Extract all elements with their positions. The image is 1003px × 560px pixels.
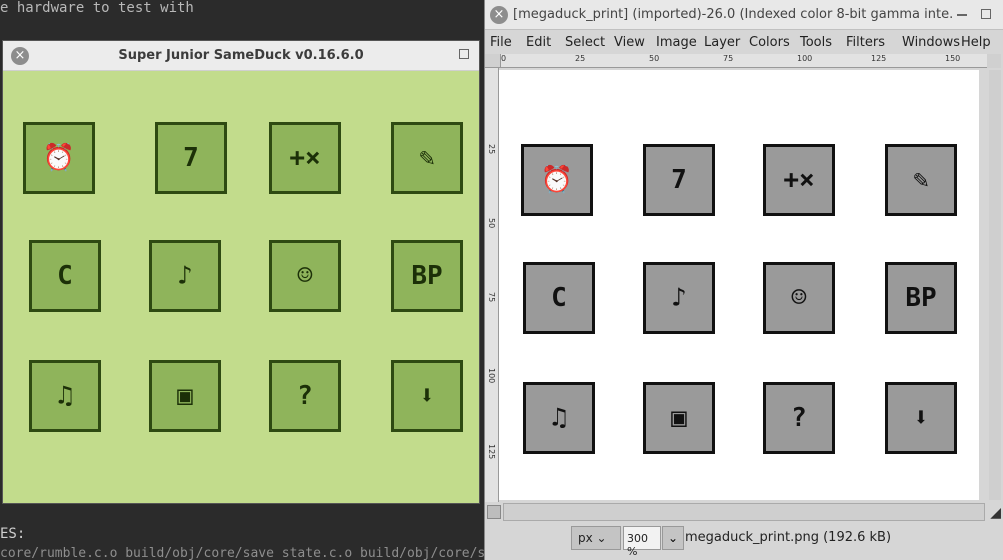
gimp-titlebar[interactable]: × [megaduck_print] (imported)-26.0 (Inde… [485,0,1003,30]
image-canvas[interactable]: ⏰ 7 +× ✎ C ♪ ☺ BP ♫ ▣ ? ⬇ [499,70,979,500]
emu-c-document-icon: C [29,240,101,312]
emu-pen-note-icon: ✎ [391,122,463,194]
close-icon[interactable]: × [490,6,508,24]
emu-help-book-icon: ? [269,360,341,432]
zoom-dropdown-icon[interactable]: ⌄ [662,526,684,550]
ruler-h-tick: 0 [501,54,507,63]
emu-music-icon: ♪ [149,240,221,312]
ruler-h-tick: 75 [723,54,734,63]
emu-calculator-icon: +× [269,122,341,194]
ruler-h-tick: 50 [649,54,660,63]
emu-piano-icon: ♫ [29,360,101,432]
emulator-title: Super Junior SameDuck v0.16.6.0 [118,48,364,63]
img-download-icon: ⬇ [885,382,957,454]
img-c-document-icon: C [523,262,595,334]
gimp-window: × [megaduck_print] (imported)-26.0 (Inde… [484,0,1003,560]
navigate-icon[interactable] [987,54,1001,68]
horizontal-scrollbar[interactable] [503,503,985,521]
zoom-input[interactable]: 300 % [623,526,661,558]
menu-filters[interactable]: Filters [846,35,885,50]
vertical-ruler[interactable]: 25 50 75 100 125 [485,68,499,502]
maximize-icon[interactable] [459,49,469,59]
vertical-scrollbar[interactable] [989,70,1001,500]
img-pen-note-icon: ✎ [885,144,957,216]
ruler-v-tick: 125 [487,444,496,460]
emu-download-icon: ⬇ [391,360,463,432]
gimp-title: [megaduck_print] (imported)-26.0 (Indexe… [513,7,953,22]
img-music-icon: ♪ [643,262,715,334]
ruler-v-tick: 50 [487,218,496,229]
emu-bp-monitor-icon: BP [391,240,463,312]
emu-person-spray-icon: ☺ [269,240,341,312]
emulator-window: × Super Junior SameDuck v0.16.6.0 ⏰ 7 +×… [2,40,480,504]
menubar: File Edit Select View Image Layer Colors… [485,32,1003,54]
menu-view[interactable]: View [614,35,645,50]
menu-image[interactable]: Image [656,35,697,50]
menu-windows[interactable]: Windows [902,35,960,50]
img-bp-monitor-icon: BP [885,262,957,334]
minimize-icon[interactable] [957,14,967,16]
img-file-manager-icon: ▣ [643,382,715,454]
quick-mask-icon[interactable] [487,505,501,519]
menu-select[interactable]: Select [565,35,605,50]
ruler-v-tick: 100 [487,368,496,384]
emu-file-manager-icon: ▣ [149,360,221,432]
img-calendar-icon: 7 [643,144,715,216]
ruler-h-tick: 100 [797,54,813,63]
ruler-v-tick: 75 [487,292,496,303]
ruler-h-tick: 150 [945,54,961,63]
img-piano-icon: ♫ [523,382,595,454]
file-info: megaduck_print.png (192.6 kB) [685,530,892,545]
zoom-fit-icon[interactable]: ◢ [990,505,1001,521]
img-help-book-icon: ? [763,382,835,454]
menu-help[interactable]: Help [961,35,991,50]
terminal-top-line: e hardware to test with [0,0,194,16]
unit-select[interactable]: px ⌄ [571,526,621,550]
img-calculator-icon: +× [763,144,835,216]
menu-file[interactable]: File [490,35,512,50]
status-bar: px ⌄ 300 % ⌄ megaduck_print.png (192.6 k… [485,523,1003,558]
ruler-v-tick: 25 [487,144,496,155]
emu-calendar-icon: 7 [155,122,227,194]
img-alarm-clock-icon: ⏰ [521,144,593,216]
terminal-bottom-line: ES: [0,526,26,542]
ruler-h-tick: 125 [871,54,887,63]
horizontal-ruler[interactable]: 0 25 50 75 100 125 150 [501,54,987,68]
emulator-screen[interactable]: ⏰ 7 +× ✎ C ♪ ☺ BP ♫ ▣ ? ⬇ [3,72,479,503]
img-person-spray-icon: ☺ [763,262,835,334]
emulator-titlebar[interactable]: × Super Junior SameDuck v0.16.6.0 [3,41,479,71]
menu-edit[interactable]: Edit [526,35,551,50]
emu-alarm-clock-icon: ⏰ [23,122,95,194]
menu-tools[interactable]: Tools [800,35,832,50]
menu-colors[interactable]: Colors [749,35,790,50]
ruler-h-tick: 25 [575,54,586,63]
maximize-icon[interactable] [981,9,991,19]
menu-layer[interactable]: Layer [704,35,740,50]
ruler-corner[interactable] [485,54,501,68]
